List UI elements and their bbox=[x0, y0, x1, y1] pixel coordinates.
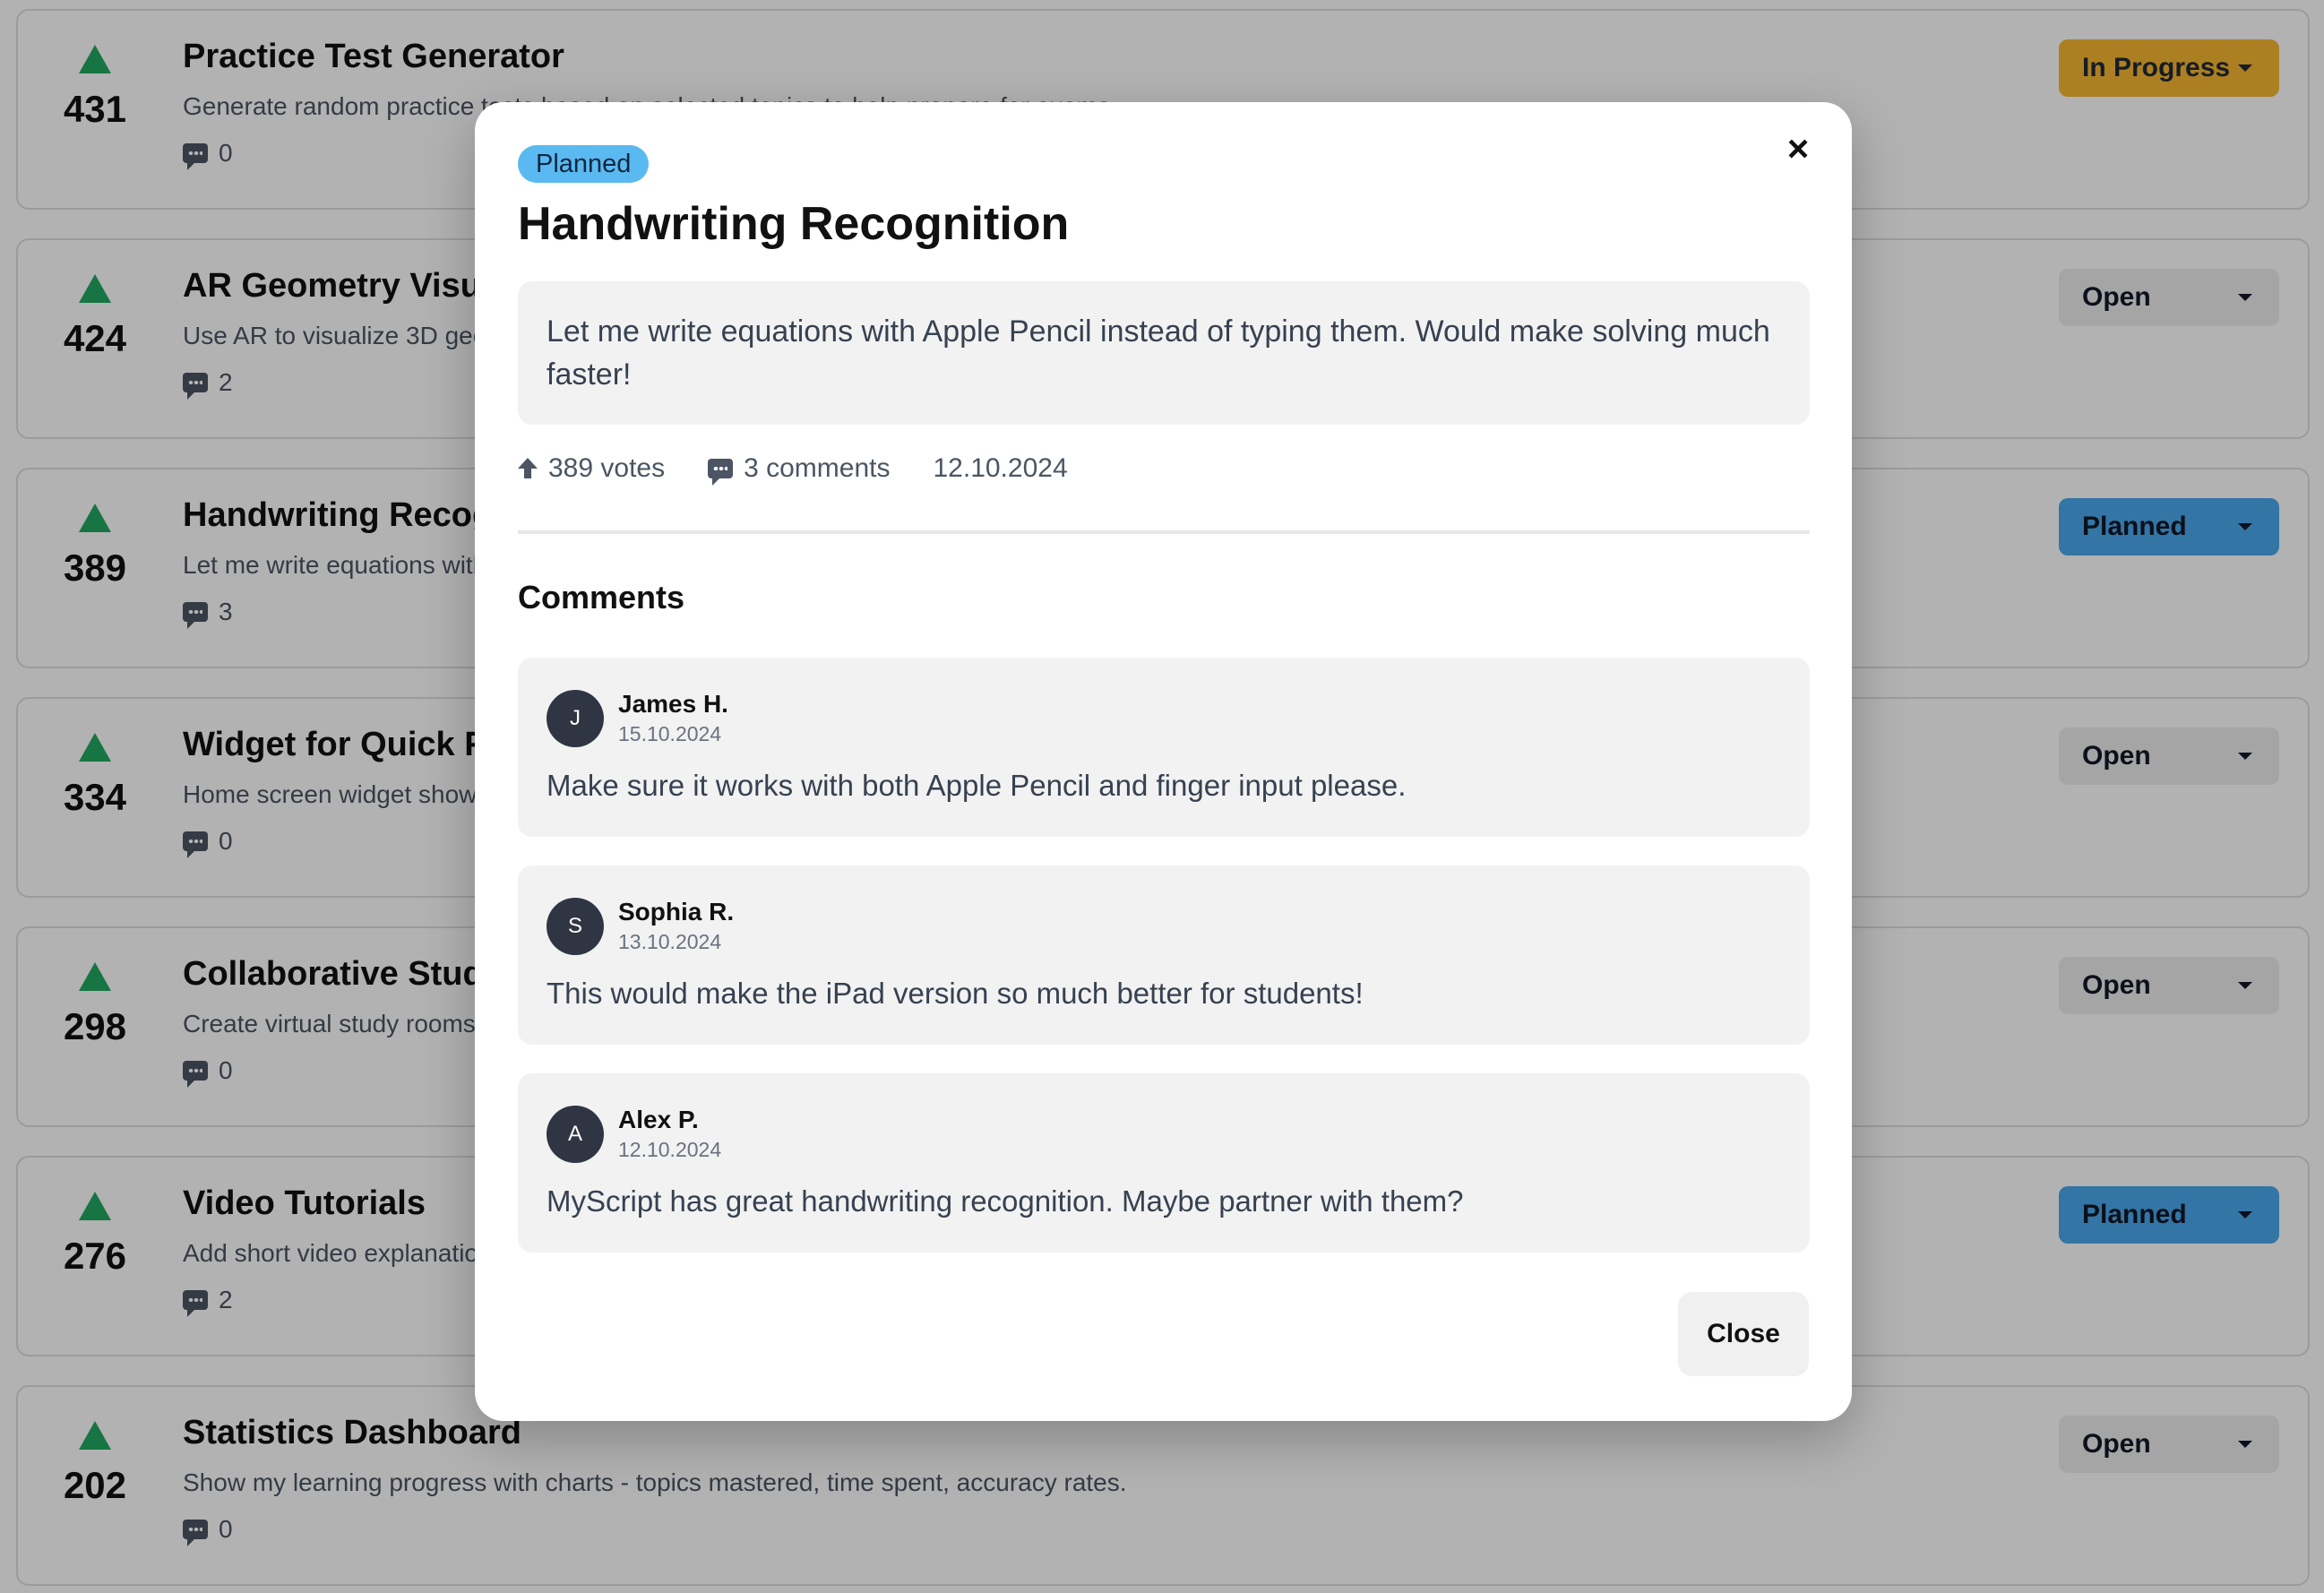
comments-heading: Comments bbox=[518, 579, 685, 616]
status-badge: Planned bbox=[518, 145, 650, 183]
comment-author: James H. bbox=[618, 690, 728, 718]
page: 431 Practice Test Generator Generate ran… bbox=[0, 0, 2324, 1593]
comment-text: This would make the iPad version so much… bbox=[547, 977, 1364, 1010]
arrow-up-icon bbox=[518, 458, 538, 479]
comment-card: J James H. 15.10.2024 Make sure it works… bbox=[518, 658, 1810, 837]
comment-meta: 3 comments bbox=[708, 453, 891, 486]
avatar: A bbox=[547, 1106, 604, 1163]
close-icon[interactable]: × bbox=[1778, 129, 1818, 168]
comment-author: Alex P. bbox=[618, 1106, 699, 1133]
comment-icon bbox=[708, 459, 734, 486]
divider bbox=[518, 530, 1810, 534]
comment-card: A Alex P. 12.10.2024 MyScript has great … bbox=[518, 1073, 1810, 1253]
close-button[interactable]: Close bbox=[1678, 1292, 1809, 1376]
feature-detail-modal: × Planned Handwriting Recognition Let me… bbox=[475, 102, 1852, 1421]
comment-text: MyScript has great handwriting recogniti… bbox=[547, 1184, 1464, 1218]
comment-date: 13.10.2024 bbox=[618, 930, 722, 953]
feature-description: Let me write equations with Apple Pencil… bbox=[518, 281, 1810, 425]
avatar: J bbox=[547, 690, 604, 747]
vote-count-text: 389 votes bbox=[548, 453, 666, 483]
date-meta: 12.10.2024 bbox=[933, 453, 1067, 484]
comment-text: Make sure it works with both Apple Penci… bbox=[547, 769, 1407, 802]
comment-count-text: 3 comments bbox=[744, 453, 891, 483]
comment-date: 15.10.2024 bbox=[618, 722, 722, 745]
comment-author: Sophia R. bbox=[618, 898, 735, 926]
avatar: S bbox=[547, 898, 604, 955]
vote-meta: 389 votes bbox=[518, 453, 665, 484]
comment-date: 12.10.2024 bbox=[618, 1138, 722, 1161]
created-date: 12.10.2024 bbox=[933, 453, 1068, 483]
feature-meta: 389 votes 3 comments 12.10.2024 bbox=[518, 453, 1810, 486]
modal-title: Handwriting Recognition bbox=[518, 198, 1070, 250]
comment-card: S Sophia R. 13.10.2024 This would make t… bbox=[518, 865, 1810, 1045]
